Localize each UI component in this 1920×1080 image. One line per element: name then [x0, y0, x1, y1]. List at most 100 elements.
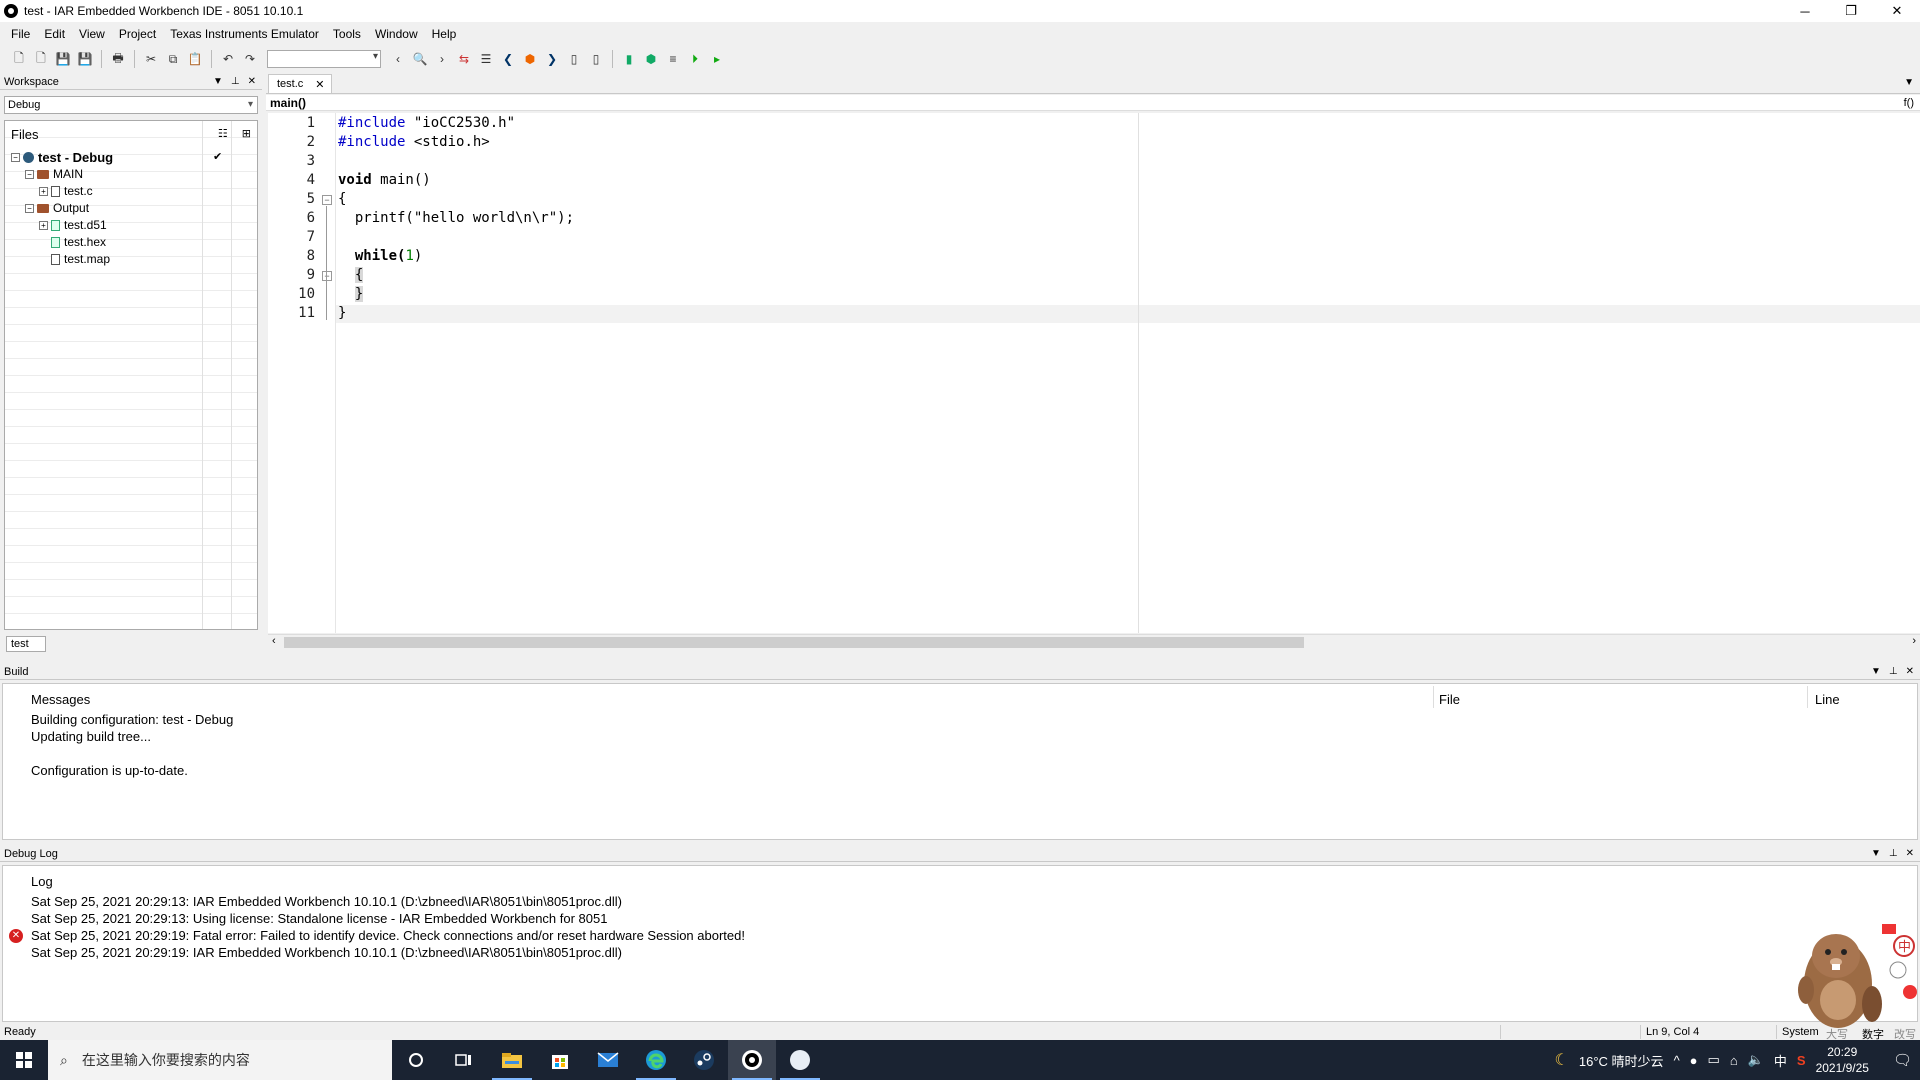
compile-icon[interactable]: ▮: [620, 50, 638, 68]
battery-icon[interactable]: ▭: [1708, 1052, 1720, 1068]
store-icon[interactable]: [536, 1040, 584, 1080]
pin-icon[interactable]: ⊥: [1889, 666, 1898, 677]
file-column[interactable]: File: [1439, 692, 1460, 707]
make-icon[interactable]: ⬢: [642, 50, 660, 68]
expand-collapse-icon[interactable]: +: [39, 186, 48, 196]
panel-close-icon[interactable]: ✕: [1906, 666, 1914, 677]
steam-icon[interactable]: [680, 1040, 728, 1080]
panel-close-icon[interactable]: ✕: [1906, 848, 1914, 859]
tree-item[interactable]: − MAIN: [25, 166, 83, 182]
tree-item[interactable]: − test - Debug: [11, 149, 113, 165]
sort-icon[interactable]: ☷: [218, 127, 228, 140]
code-editor[interactable]: 1 2 3 4 5 6 7 8 9 10 11 − − #include "ioCC2530.h" #in…: [268, 113, 1920, 633]
options-icon[interactable]: ⊞: [242, 127, 251, 140]
breakpoints-icon[interactable]: ▯: [587, 50, 605, 68]
nav-back-icon[interactable]: ❮: [499, 50, 517, 68]
find-combo[interactable]: [267, 50, 381, 68]
tree-item[interactable]: − Output: [25, 200, 89, 216]
copy-icon[interactable]: ⧉: [164, 50, 182, 68]
code-line[interactable]: {: [338, 191, 346, 207]
expand-collapse-icon[interactable]: −: [25, 203, 34, 213]
edge-browser-icon[interactable]: [632, 1040, 680, 1080]
weather-text[interactable]: 16°C 晴时少云: [1579, 1051, 1664, 1070]
tray-expand-icon[interactable]: ^: [1674, 1053, 1680, 1068]
notification-icon[interactable]: 🗨: [1893, 1051, 1912, 1069]
tab-list-dropdown-icon[interactable]: ▼: [1904, 77, 1914, 88]
start-button[interactable]: [0, 1040, 48, 1080]
menu-edit[interactable]: Edit: [37, 27, 72, 41]
code-line[interactable]: {: [338, 267, 364, 283]
qq-icon[interactable]: ●: [1690, 1053, 1698, 1068]
fold-toggle-icon[interactable]: −: [322, 271, 332, 281]
tree-item[interactable]: + test.d51: [39, 217, 107, 233]
search-icon[interactable]: 🔍: [411, 50, 429, 68]
expand-collapse-icon[interactable]: −: [11, 152, 20, 162]
expand-collapse-icon[interactable]: +: [39, 220, 48, 230]
expand-collapse-icon[interactable]: −: [25, 169, 34, 179]
tree-item[interactable]: + test.c: [39, 183, 93, 199]
menu-view[interactable]: View: [72, 27, 112, 41]
weather-icon[interactable]: ☾: [1555, 1050, 1569, 1070]
debug-no-download-icon[interactable]: ▸: [708, 50, 726, 68]
messages-column[interactable]: Messages: [31, 692, 90, 707]
debug-log-messages[interactable]: Log Sat Sep 25, 2021 20:29:13: IAR Embed…: [2, 865, 1918, 1022]
print-icon[interactable]: 🖶: [109, 50, 127, 68]
paste-icon[interactable]: 📋: [186, 50, 204, 68]
mail-icon[interactable]: [584, 1040, 632, 1080]
download-debug-icon[interactable]: ⏵: [686, 50, 704, 68]
code-line[interactable]: printf("hello world\n\r");: [338, 210, 574, 226]
restore-button[interactable]: ❐: [1828, 0, 1874, 22]
minimize-button[interactable]: ─: [1782, 0, 1828, 22]
menu-project[interactable]: Project: [112, 27, 163, 41]
code-line[interactable]: #include "ioCC2530.h": [338, 115, 515, 131]
iar-taskbar-icon[interactable]: [728, 1040, 776, 1080]
tree-item[interactable]: test.map: [39, 251, 110, 267]
save-all-icon[interactable]: 💾: [76, 50, 94, 68]
function-list-icon[interactable]: f(): [1904, 95, 1914, 111]
toggle-breakpoint-icon[interactable]: ▯: [565, 50, 583, 68]
new-workspace-icon[interactable]: 🗋: [10, 50, 28, 68]
scroll-right-icon[interactable]: ›: [1912, 635, 1916, 647]
network-icon[interactable]: ⌂: [1730, 1053, 1738, 1068]
line-column[interactable]: Line: [1815, 692, 1840, 707]
task-view-icon[interactable]: [440, 1040, 488, 1080]
function-navigator[interactable]: main() f(): [266, 95, 1920, 111]
replace-icon[interactable]: ⇆: [455, 50, 473, 68]
nav-forward-icon[interactable]: ❯: [543, 50, 561, 68]
goto-line-icon[interactable]: ☰: [477, 50, 495, 68]
panel-close-icon[interactable]: ✕: [248, 76, 256, 87]
code-line[interactable]: while(1): [338, 248, 422, 264]
sogou-ime-icon[interactable]: S: [1797, 1053, 1806, 1068]
cortana-icon[interactable]: [392, 1040, 440, 1080]
volume-icon[interactable]: 🔈: [1748, 1052, 1764, 1068]
menu-ti-emulator[interactable]: Texas Instruments Emulator: [163, 27, 326, 41]
app-circle-icon[interactable]: [776, 1040, 824, 1080]
tree-item[interactable]: test.hex: [39, 234, 106, 250]
editor-tab-test-c[interactable]: test.c ✕: [268, 74, 332, 93]
scroll-left-icon[interactable]: ‹: [272, 635, 276, 647]
code-line[interactable]: }: [338, 286, 364, 302]
clock[interactable]: 20:29 2021/9/25: [1816, 1044, 1869, 1076]
cut-icon[interactable]: ✂: [142, 50, 160, 68]
taskbar-search[interactable]: ⌕ 在这里输入你要搜索的内容: [48, 1040, 392, 1080]
menu-help[interactable]: Help: [425, 27, 464, 41]
panel-menu-icon[interactable]: ▼: [213, 76, 223, 87]
menu-tools[interactable]: Tools: [326, 27, 368, 41]
new-file-icon[interactable]: 🗋: [32, 50, 50, 68]
scroll-thumb[interactable]: [284, 637, 1304, 648]
build-messages[interactable]: Messages File Line Building configuratio…: [2, 683, 1918, 840]
beaver-mascot-widget[interactable]: 中: [1776, 904, 1920, 1040]
pin-icon[interactable]: ⊥: [1889, 848, 1898, 859]
workspace-tab-test[interactable]: test: [6, 636, 46, 652]
save-icon[interactable]: 💾: [54, 50, 72, 68]
menu-file[interactable]: File: [4, 27, 37, 41]
pin-icon[interactable]: ⊥: [231, 76, 240, 87]
log-column[interactable]: Log: [31, 874, 53, 889]
code-line[interactable]: }: [338, 305, 346, 321]
close-button[interactable]: ✕: [1874, 0, 1920, 22]
find-prev-icon[interactable]: ‹: [389, 50, 407, 68]
horizontal-scrollbar[interactable]: ‹ ›: [268, 634, 1920, 650]
stop-build-icon[interactable]: ≡: [664, 50, 682, 68]
menu-window[interactable]: Window: [368, 27, 425, 41]
fold-toggle-icon[interactable]: −: [322, 195, 332, 205]
